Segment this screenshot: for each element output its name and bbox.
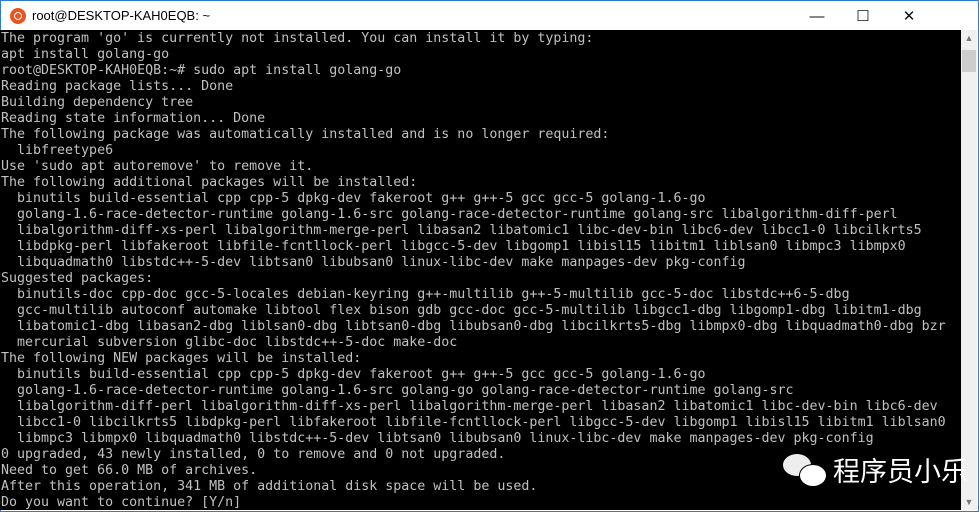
title-bar[interactable]: root@DESKTOP-KAH0EQB: ~ — ☐ ✕ [1,1,978,31]
terminal-line: root@DESKTOP-KAH0EQB:~# sudo apt install… [1,63,402,78]
terminal-line: The following NEW packages will be insta… [1,351,362,366]
terminal-line: Reading package lists... Done [1,79,234,94]
terminal-text: The program 'go' is currently not instal… [0,30,961,510]
terminal-line: binutils build-essential cpp cpp-5 dpkg-… [1,367,706,382]
terminal-line: golang-1.6-race-detector-runtime golang-… [1,207,898,222]
terminal-line: libalgorithm-diff-perl libalgorithm-diff… [1,399,938,414]
terminal-line: golang-1.6-race-detector-runtime golang-… [1,383,794,398]
terminal-line: libquadmath0 libstdc++-5-dev libtsan0 li… [1,255,746,270]
terminal-line: gcc-multilib autoconf automake libtool f… [1,303,922,318]
ubuntu-icon[interactable] [10,8,26,24]
terminal-line: binutils build-essential cpp cpp-5 dpkg-… [1,191,706,206]
terminal-line: libdpkg-perl libfakeroot libfile-fcntllo… [1,239,906,254]
terminal-line: The program 'go' is currently not instal… [1,31,594,46]
terminal-line: Reading state information... Done [1,111,266,126]
scroll-up-icon[interactable]: ▲ [961,30,977,46]
terminal-line: apt install golang-go [1,47,170,62]
terminal-line: binutils-doc cpp-doc gcc-5-locales debia… [1,287,850,302]
terminal-line: libmpc3 libmpx0 libquadmath0 libstdc++-5… [1,431,874,446]
watermark: 程序员小乐 [783,450,968,489]
watermark-text: 程序员小乐 [833,457,968,487]
maximize-button[interactable]: ☐ [840,1,886,31]
close-button[interactable]: ✕ [886,1,932,31]
window-title: root@DESKTOP-KAH0EQB: ~ [32,8,211,23]
terminal-line: The following additional packages will b… [1,175,418,190]
terminal-line: libfreetype6 [1,143,114,158]
scroll-down-icon[interactable]: ▼ [961,494,977,510]
wechat-icon [783,452,827,488]
terminal-line: mercurial subversion glibc-doc libstdc++… [1,335,458,350]
terminal-output[interactable]: The program 'go' is currently not instal… [0,30,961,510]
scroll-thumb[interactable] [962,50,976,72]
terminal-line: libcc1-0 libcilkrts5 libdpkg-perl libfak… [1,415,946,430]
terminal-line: libalgorithm-diff-xs-perl libalgorithm-m… [1,223,922,238]
terminal-line: Use 'sudo apt autoremove' to remove it. [1,159,314,174]
terminal-line: The following package was automatically … [1,127,610,142]
minimize-button[interactable]: — [794,1,840,31]
terminal-line: Building dependency tree [1,95,194,110]
terminal-line: Suggested packages: [1,271,154,286]
terminal-line: libatomic1-dbg libasan2-dbg liblsan0-dbg… [1,319,946,334]
vertical-scrollbar[interactable]: ▲ ▼ [961,30,977,510]
terminal-line: Do you want to continue? [Y/n] [1,495,242,510]
